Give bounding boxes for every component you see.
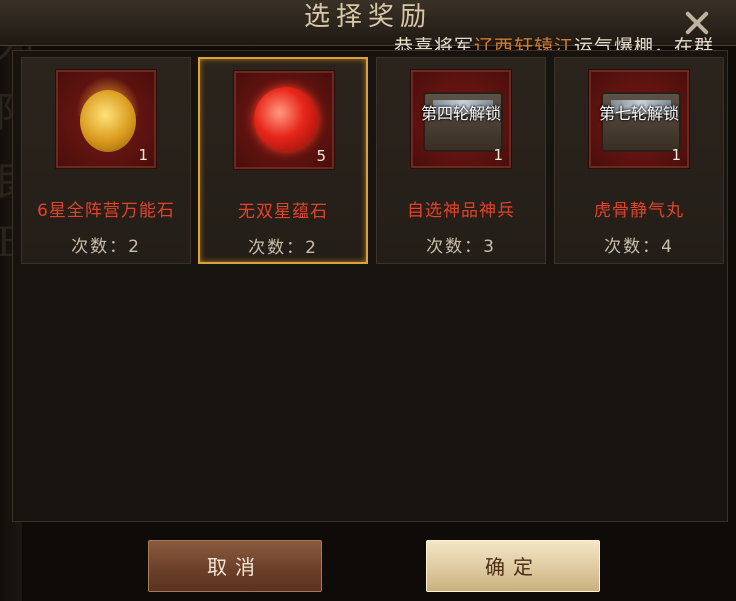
- gold-coin-icon: 1: [56, 70, 156, 168]
- reward-slot-2[interactable]: 5 无双星蕴石 次数：2: [198, 57, 368, 264]
- item-count: 1: [493, 146, 503, 164]
- item-count: 1: [671, 146, 681, 164]
- dialog-title: 选择奖励: [303, 2, 432, 32]
- coin-decoration: [80, 90, 136, 152]
- reward-slot-1[interactable]: 1 6星全阵营万能石 次数：2: [21, 57, 191, 264]
- reward-times: 次数：4: [604, 237, 674, 257]
- confirm-button[interactable]: 确定: [426, 540, 600, 592]
- treasure-chest-icon: 第七轮解锁 1: [589, 70, 689, 168]
- cancel-button[interactable]: 取消: [148, 540, 322, 592]
- lock-label: 第四轮解锁: [420, 104, 501, 123]
- reward-times: 次数：2: [248, 238, 318, 258]
- reward-slot-3[interactable]: 第四轮解锁 1 自选神品神兵 次数：3: [376, 57, 546, 264]
- reward-slot-4[interactable]: 第七轮解锁 1 虎骨静气丸 次数：4: [554, 57, 724, 264]
- reward-times: 次数：3: [426, 237, 496, 257]
- orb-decoration: [254, 87, 318, 151]
- reward-times: 次数：2: [71, 237, 141, 257]
- red-orb-icon: 5: [234, 71, 334, 169]
- reward-name: 无双星蕴石: [238, 202, 328, 222]
- item-count: 5: [316, 147, 326, 165]
- reward-name: 自选神品神兵: [407, 201, 515, 221]
- reward-name: 虎骨静气丸: [594, 201, 684, 221]
- reward-name: 6星全阵营万能石: [37, 201, 175, 221]
- weapon-chest-icon: 第四轮解锁 1: [411, 70, 511, 168]
- lock-label: 第七轮解锁: [598, 104, 679, 123]
- item-count: 1: [138, 146, 148, 164]
